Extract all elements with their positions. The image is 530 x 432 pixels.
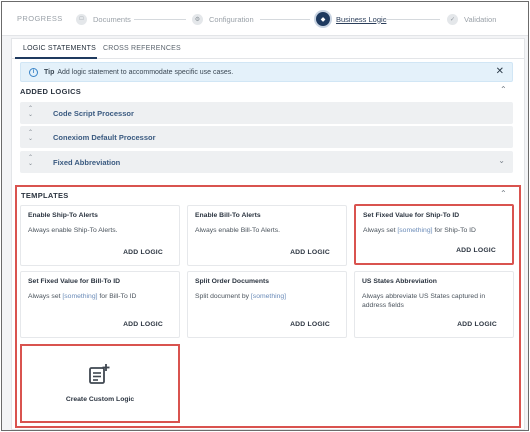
create-custom-logic-label: Create Custom Logic [65, 396, 135, 403]
add-note-icon [88, 363, 110, 390]
placeholder-token: [something] [62, 293, 98, 300]
added-logic-item[interactable]: ⌃ ⌄ Fixed Abbreviation ⌄ [20, 151, 513, 173]
added-logics-title: ADDED LOGICS [20, 87, 82, 96]
added-logic-item[interactable]: ⌃ ⌄ Code Script Processor [20, 102, 513, 124]
add-logic-button[interactable]: ADD LOGIC [123, 321, 163, 328]
close-icon[interactable]: ✕ [496, 66, 504, 77]
gear-icon: ⚙ [192, 13, 203, 25]
template-desc: Always enable Bill-To Alerts. [195, 227, 280, 234]
logic-panel: LOGIC STATEMENTS CROSS REFERENCES i Tip … [11, 38, 525, 430]
template-desc: Always enable Ship-To Alerts. [28, 227, 118, 234]
template-title: Enable Bill-To Alerts [195, 212, 261, 219]
drag-handle-icon[interactable]: ⌃ ⌄ [28, 106, 33, 118]
template-title: Enable Ship-To Alerts [28, 212, 98, 219]
info-icon: i [29, 67, 38, 77]
template-title: Set Fixed Value for Ship-To ID [363, 212, 460, 219]
step-label: Validation [464, 14, 497, 24]
document-icon: □ [76, 13, 87, 25]
template-card: Enable Ship-To Alerts Always enable Ship… [20, 205, 180, 266]
step-configuration[interactable]: ⚙ Configuration [192, 11, 254, 27]
template-desc: Always set [something] for Bill-To ID [28, 293, 137, 300]
placeholder-token: [something] [250, 293, 287, 300]
step-connector [134, 19, 186, 20]
add-logic-button[interactable]: ADD LOGIC [456, 247, 496, 254]
step-connector [384, 19, 440, 20]
template-card: Set Fixed Value for Ship-To ID Always se… [354, 204, 514, 265]
chevron-up-icon[interactable]: ⌃ [500, 189, 507, 198]
template-card: Set Fixed Value for Bill-To ID Always se… [20, 271, 180, 338]
add-logic-button[interactable]: ADD LOGIC [290, 249, 330, 256]
create-custom-logic-card[interactable]: Create Custom Logic [20, 344, 180, 423]
template-desc: Split document by [something] [195, 293, 287, 300]
template-title: US States Abbreviation [362, 278, 437, 285]
logic-icon: ◆ [316, 12, 330, 26]
add-logic-button[interactable]: ADD LOGIC [457, 321, 497, 328]
added-logic-name: Code Script Processor [53, 109, 134, 118]
tip-text: Add logic statement to accommodate speci… [57, 68, 234, 76]
chevron-up-icon[interactable]: ⌃ [500, 85, 507, 94]
step-label: Documents [93, 14, 131, 24]
step-documents[interactable]: □ Documents [76, 11, 131, 27]
template-card: US States Abbreviation Always abbreviate… [354, 271, 514, 338]
progress-label: PROGRESS [17, 14, 63, 23]
add-logic-button[interactable]: ADD LOGIC [123, 249, 163, 256]
chevron-down-icon[interactable]: ⌄ [498, 156, 505, 165]
template-desc: Always set [something] for Ship-To ID [363, 227, 476, 234]
tip-banner: i Tip Add logic statement to accommodate… [20, 62, 513, 82]
added-logic-name: Fixed Abbreviation [53, 158, 121, 167]
add-logic-button[interactable]: ADD LOGIC [290, 321, 330, 328]
tab-cross-references[interactable]: CROSS REFERENCES [103, 39, 193, 59]
templates-title: TEMPLATES [21, 191, 69, 200]
app-frame: PROGRESS □ Documents ⚙ Configuration ◆ B… [1, 1, 529, 431]
template-card: Split Order Documents Split document by … [187, 271, 347, 338]
check-icon: ✓ [447, 13, 458, 25]
drag-handle-icon[interactable]: ⌃ ⌄ [28, 155, 33, 167]
tip-title: Tip [44, 68, 55, 76]
step-label: Configuration [209, 14, 254, 24]
template-desc: Always abbreviate US States captured in … [362, 293, 486, 309]
added-logic-name: Conexiom Default Processor [53, 133, 156, 142]
step-business-logic[interactable]: ◆ Business Logic [316, 11, 386, 27]
template-title: Split Order Documents [195, 278, 270, 285]
progress-bar: PROGRESS □ Documents ⚙ Configuration ◆ B… [2, 2, 528, 36]
step-connector [260, 19, 310, 20]
template-card: Enable Bill-To Alerts Always enable Bill… [187, 205, 347, 266]
tab-bar: LOGIC STATEMENTS CROSS REFERENCES [12, 39, 524, 59]
tab-logic-statements[interactable]: LOGIC STATEMENTS [15, 39, 97, 59]
placeholder-token: [something] [397, 227, 433, 234]
templates-section: TEMPLATES ⌃ Enable Ship-To Alerts Always… [15, 185, 521, 428]
template-title: Set Fixed Value for Bill-To ID [28, 278, 121, 285]
added-logic-item[interactable]: ⌃ ⌄ Conexiom Default Processor [20, 126, 513, 148]
drag-handle-icon[interactable]: ⌃ ⌄ [28, 130, 33, 142]
step-label: Business Logic [336, 14, 387, 24]
step-validation[interactable]: ✓ Validation [447, 11, 496, 27]
